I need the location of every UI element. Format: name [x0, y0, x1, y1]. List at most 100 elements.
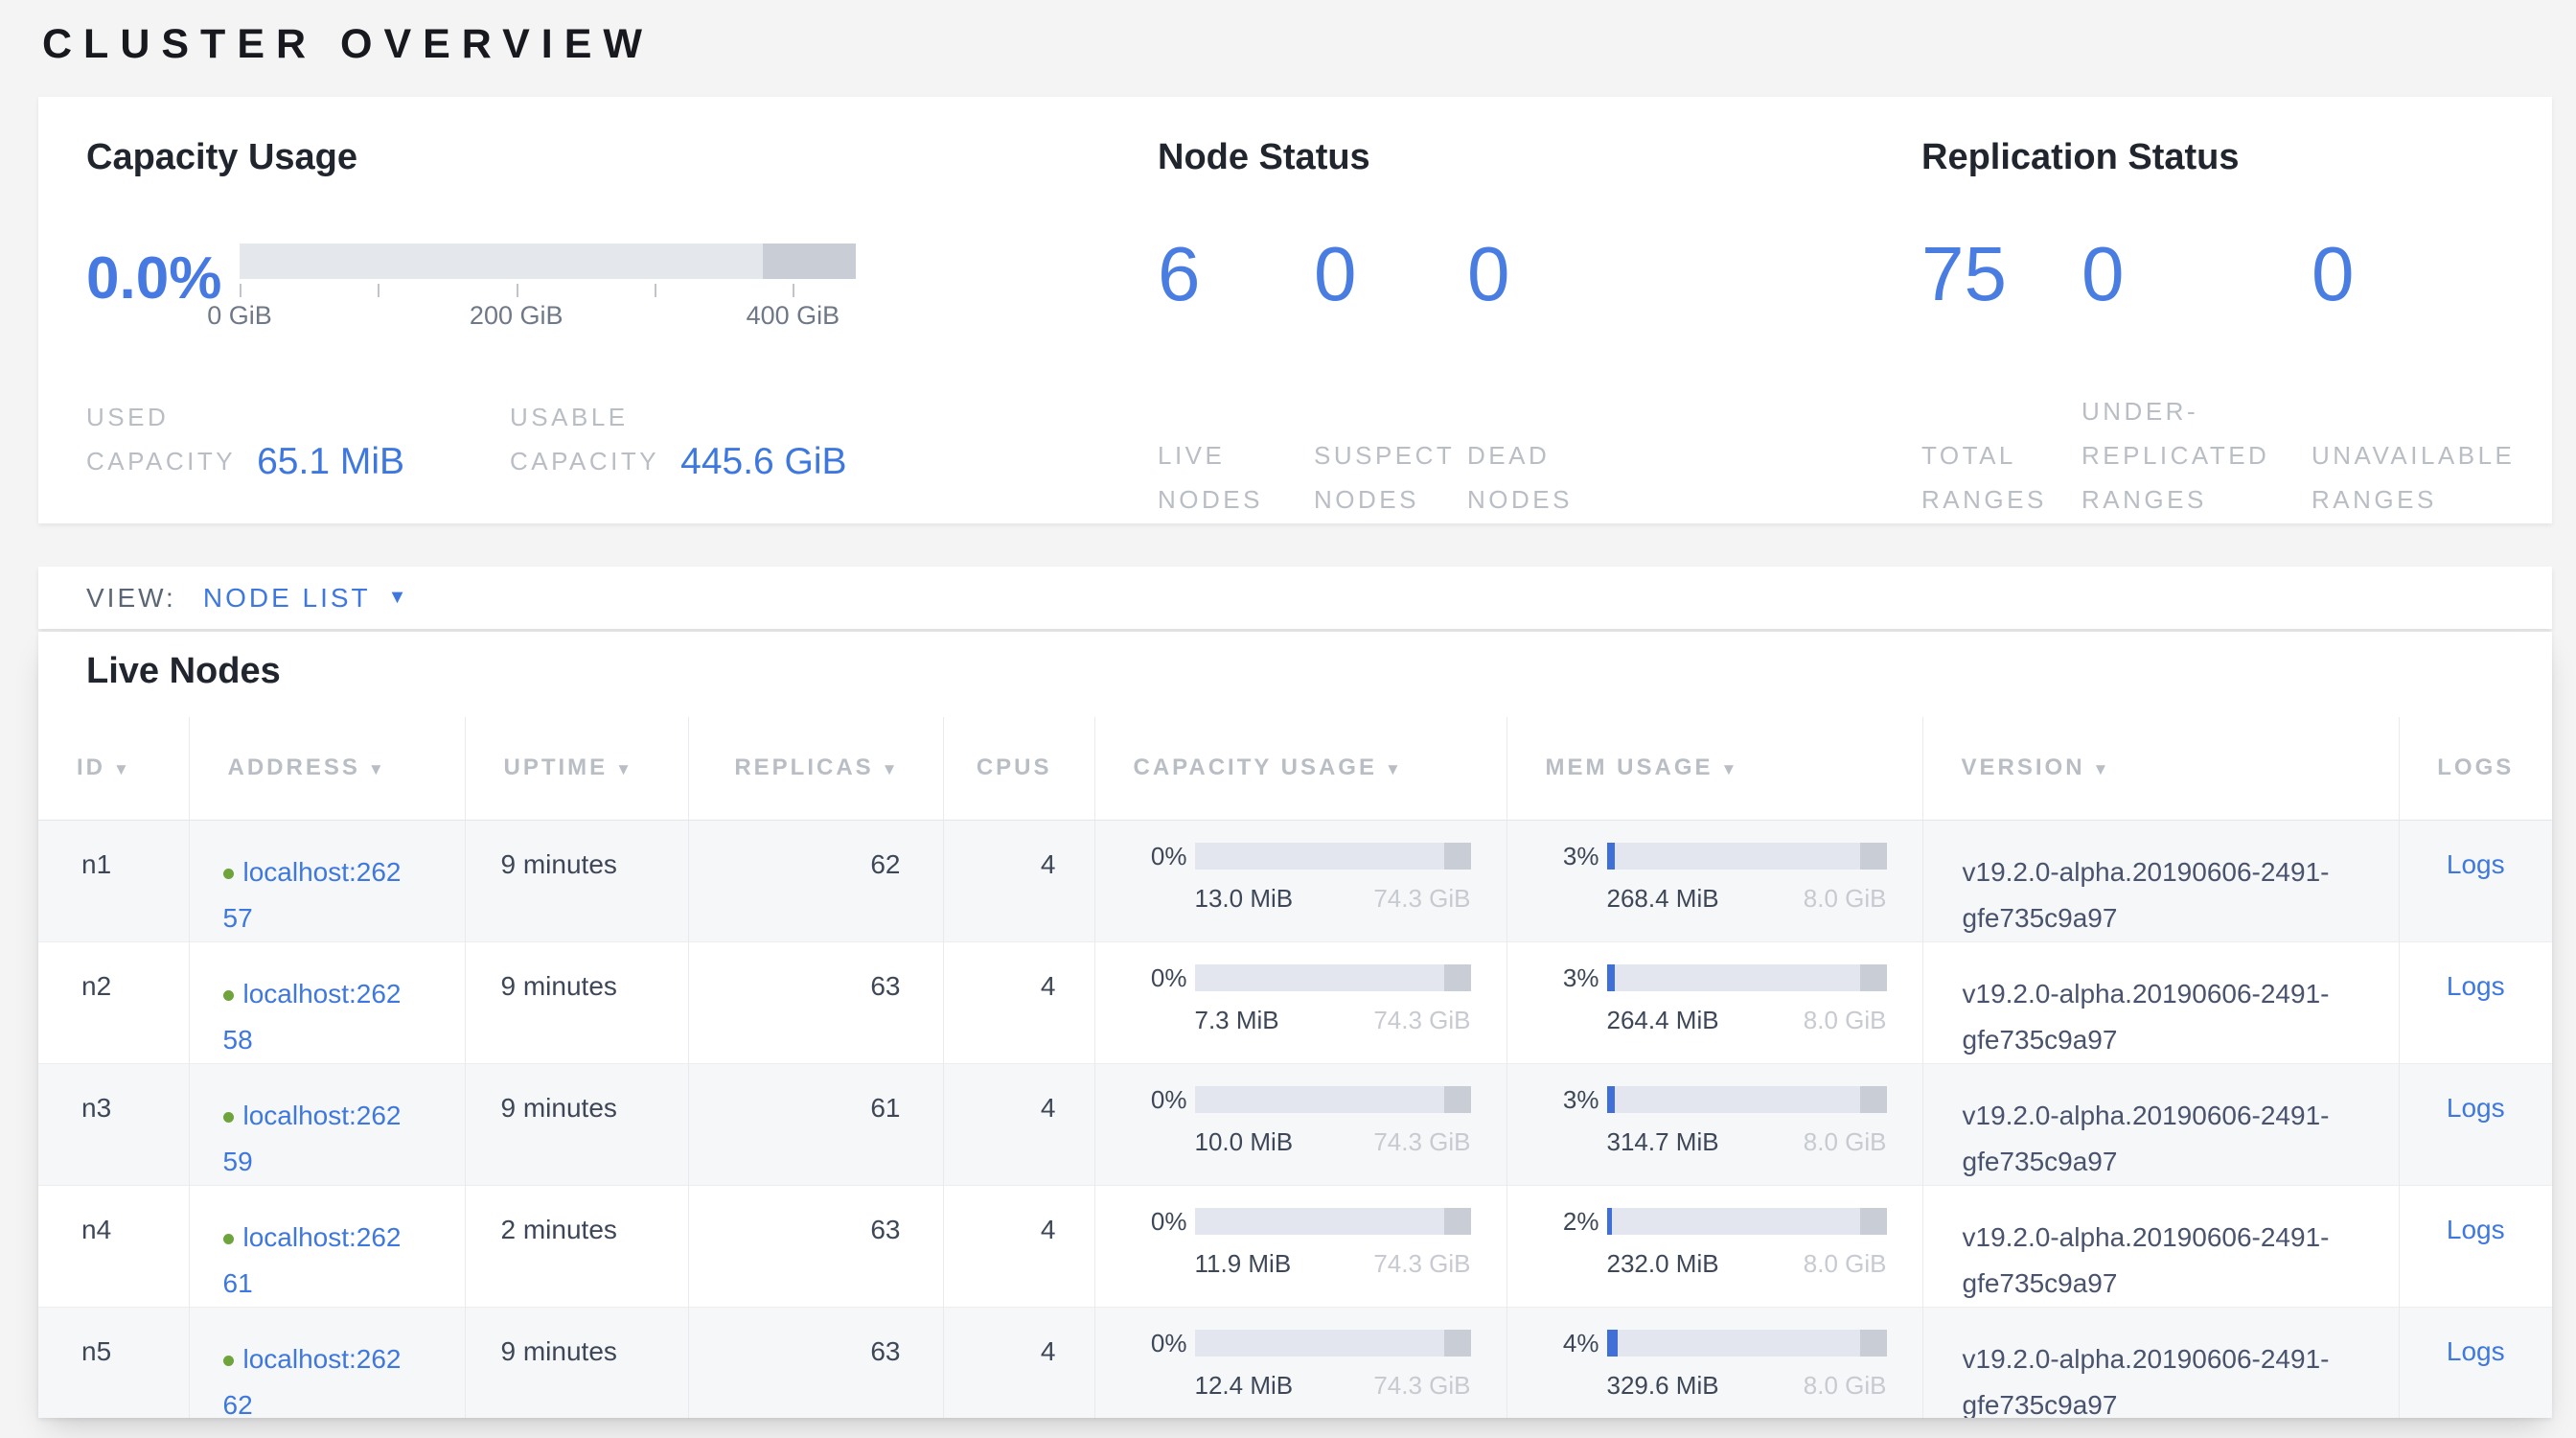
node-address-cell: localhost:26262 — [189, 1307, 465, 1418]
sort-arrow-icon: ▼ — [1385, 760, 1404, 778]
node-capacity-usage: 0% 12.4 MiB 74.3 GiB — [1094, 1307, 1506, 1418]
node-replicas: 61 — [688, 1063, 943, 1185]
table-row: n4 localhost:26261 2 minutes 63 4 0% 11.… — [38, 1185, 2552, 1307]
mem-bar-dark-segment — [1860, 1086, 1887, 1113]
header-id[interactable]: ID▼ — [38, 717, 189, 820]
node-address-link[interactable]: localhost:26262 — [223, 1344, 402, 1419]
header-mem-usage[interactable]: MEM USAGE▼ — [1506, 717, 1922, 820]
node-logs-cell: Logs — [2399, 1185, 2552, 1307]
unavailable-ranges-stat: 0 UNAVAILABLE RANGES — [2312, 232, 2515, 522]
live-status-dot-icon — [223, 869, 234, 879]
sort-arrow-icon: ▼ — [113, 760, 132, 778]
total-ranges-label: TOTAL RANGES — [1921, 433, 2082, 522]
under-replicated-label: UNDER- REPLICATED RANGES — [2082, 389, 2312, 522]
unavailable-ranges-count: 0 — [2312, 232, 2515, 316]
header-logs: LOGS — [2399, 717, 2552, 820]
node-capacity-usage: 0% 13.0 MiB 74.3 GiB — [1094, 820, 1506, 941]
used-capacity-label: USED CAPACITY — [86, 395, 236, 483]
node-cpus: 4 — [943, 1063, 1094, 1185]
node-replicas: 63 — [688, 941, 943, 1063]
node-logs-cell: Logs — [2399, 1307, 2552, 1418]
node-id: n1 — [38, 820, 189, 941]
node-capacity-usage: 0% 7.3 MiB 74.3 GiB — [1094, 941, 1506, 1063]
header-version[interactable]: VERSION▼ — [1922, 717, 2399, 820]
node-mem-usage: 2% 232.0 MiB 8.0 GiB — [1506, 1185, 1922, 1307]
logs-link[interactable]: Logs — [2447, 849, 2505, 879]
live-nodes-stat: 6 LIVE NODES — [1158, 232, 1314, 522]
table-row: n2 localhost:26258 9 minutes 63 4 0% 7.3… — [38, 941, 2552, 1063]
mem-bar-fill — [1607, 1208, 1613, 1235]
logs-link[interactable]: Logs — [2447, 1093, 2505, 1123]
used-capacity-value: 65.1 MiB — [257, 441, 404, 483]
node-logs-cell: Logs — [2399, 820, 2552, 941]
logs-link[interactable]: Logs — [2447, 971, 2505, 1001]
header-uptime[interactable]: UPTIME▼ — [465, 717, 688, 820]
node-version: v19.2.0-alpha.20190606-2491-gfe735c9a97 — [1922, 1307, 2399, 1418]
node-id: n3 — [38, 1063, 189, 1185]
node-uptime: 9 minutes — [465, 820, 688, 941]
mem-bar-dark-segment — [1860, 1208, 1887, 1235]
suspect-nodes-count: 0 — [1314, 232, 1467, 316]
mem-bar-dark-segment — [1860, 843, 1887, 870]
node-capacity-usage: 0% 11.9 MiB 74.3 GiB — [1094, 1185, 1506, 1307]
gauge-tick-label: 200 GiB — [470, 301, 564, 331]
mem-bar-fill — [1607, 964, 1616, 991]
node-uptime: 2 minutes — [465, 1185, 688, 1307]
node-address-cell: localhost:26258 — [189, 941, 465, 1063]
logs-link[interactable]: Logs — [2447, 1336, 2505, 1366]
header-address[interactable]: ADDRESS▼ — [189, 717, 465, 820]
node-cpus: 4 — [943, 1185, 1094, 1307]
mem-bar — [1607, 1330, 1887, 1357]
capacity-bar — [1195, 1086, 1471, 1113]
node-mem-usage: 3% 314.7 MiB 8.0 GiB — [1506, 1063, 1922, 1185]
replication-status-title: Replication Status — [1921, 137, 2515, 178]
header-replicas[interactable]: REPLICAS▼ — [688, 717, 943, 820]
view-label: VIEW: — [86, 583, 176, 614]
capacity-bar — [1195, 843, 1471, 870]
total-ranges-count: 75 — [1921, 232, 2082, 316]
node-cpus: 4 — [943, 820, 1094, 941]
live-nodes-label: LIVE NODES — [1158, 433, 1314, 522]
capacity-usage-percent: 0.0% — [86, 249, 240, 309]
view-dropdown-value[interactable]: NODE LIST — [203, 583, 371, 614]
mem-bar-dark-segment — [1860, 1330, 1887, 1357]
dead-nodes-stat: 0 DEAD NODES — [1467, 232, 1573, 522]
capacity-bar-dark-segment — [1444, 1086, 1470, 1113]
node-address-link[interactable]: localhost:26261 — [223, 1222, 402, 1298]
node-address-link[interactable]: localhost:26258 — [223, 979, 402, 1055]
node-address-link[interactable]: localhost:26259 — [223, 1101, 402, 1176]
mem-bar — [1607, 964, 1887, 991]
node-replicas: 62 — [688, 820, 943, 941]
node-capacity-usage: 0% 10.0 MiB 74.3 GiB — [1094, 1063, 1506, 1185]
live-nodes-card: Live Nodes ID▼ ADDRESS▼ UPTIME▼ REPLICAS… — [38, 632, 2552, 1418]
usable-capacity-value: 445.6 GiB — [680, 441, 846, 483]
node-address-link[interactable]: localhost:26257 — [223, 857, 402, 933]
table-row: n5 localhost:26262 9 minutes 63 4 0% 12.… — [38, 1307, 2552, 1418]
table-header-row: ID▼ ADDRESS▼ UPTIME▼ REPLICAS▼ CPUS CAPA… — [38, 717, 2552, 820]
node-address-cell: localhost:26261 — [189, 1185, 465, 1307]
node-version: v19.2.0-alpha.20190606-2491-gfe735c9a97 — [1922, 941, 2399, 1063]
header-capacity-usage[interactable]: CAPACITY USAGE▼ — [1094, 717, 1506, 820]
logs-link[interactable]: Logs — [2447, 1215, 2505, 1244]
capacity-bar-dark-segment — [1444, 1330, 1470, 1357]
view-dropdown[interactable]: NODE LIST ▼ — [203, 583, 407, 614]
total-ranges-stat: 75 TOTAL RANGES — [1921, 232, 2082, 522]
node-status-title: Node Status — [1158, 137, 1573, 178]
live-nodes-count: 6 — [1158, 232, 1314, 316]
under-replicated-stat: 0 UNDER- REPLICATED RANGES — [2082, 232, 2312, 522]
capacity-usage-section: Capacity Usage 0.0% 0 GiB 200 GiB 400 Gi… — [86, 137, 1121, 483]
chevron-down-icon[interactable]: ▼ — [388, 587, 407, 609]
node-replicas: 63 — [688, 1185, 943, 1307]
sort-arrow-icon: ▼ — [882, 760, 901, 778]
gauge-tick-label: 400 GiB — [747, 301, 840, 331]
capacity-gauge: 0 GiB 200 GiB 400 GiB — [240, 244, 856, 334]
node-version: v19.2.0-alpha.20190606-2491-gfe735c9a97 — [1922, 1063, 2399, 1185]
node-version: v19.2.0-alpha.20190606-2491-gfe735c9a97 — [1922, 820, 2399, 941]
suspect-nodes-label: SUSPECT NODES — [1314, 433, 1467, 522]
header-cpus: CPUS — [943, 717, 1094, 820]
node-cpus: 4 — [943, 941, 1094, 1063]
node-logs-cell: Logs — [2399, 1063, 2552, 1185]
node-mem-usage: 3% 264.4 MiB 8.0 GiB — [1506, 941, 1922, 1063]
live-status-dot-icon — [223, 1356, 234, 1366]
dead-nodes-label: DEAD NODES — [1467, 433, 1573, 522]
